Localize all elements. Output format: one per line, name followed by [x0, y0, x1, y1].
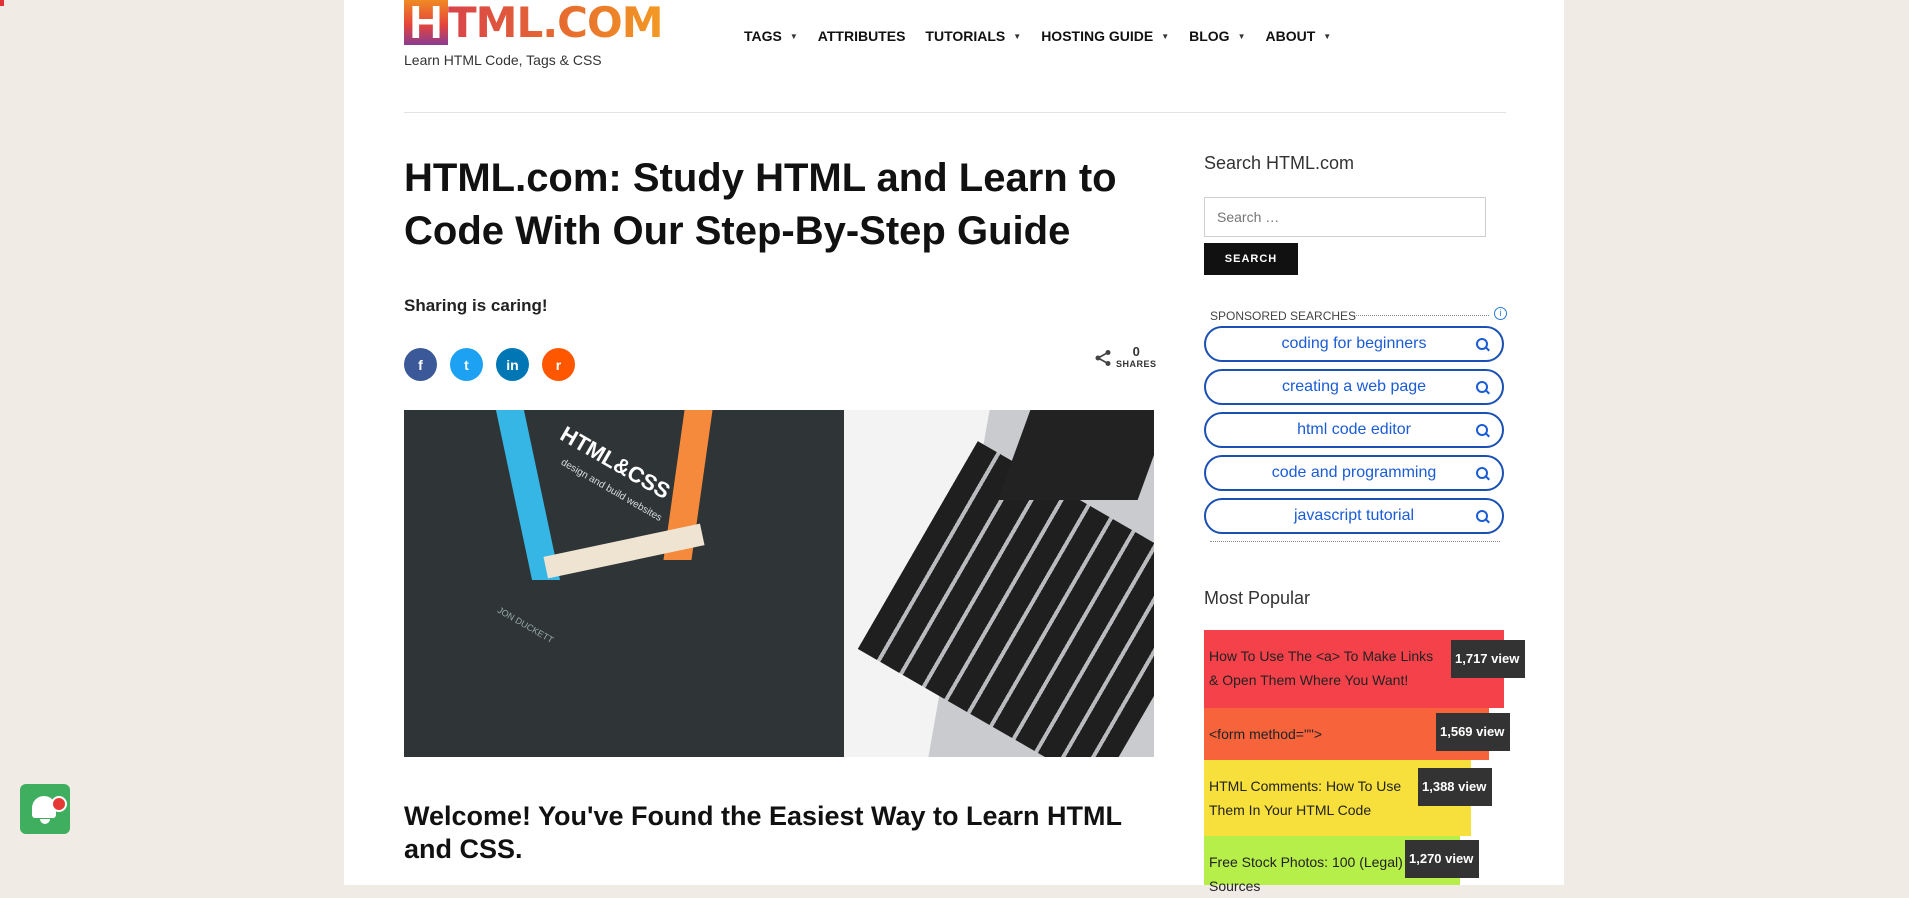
book-cover: HTML&CSS design and build websites JON D…: [404, 410, 844, 757]
nav-label: TAGS: [744, 28, 782, 44]
caret-down-icon: ▼: [1013, 31, 1022, 41]
linkedin-icon[interactable]: in: [496, 348, 529, 381]
nav-label: TUTORIALS: [925, 28, 1006, 44]
social-share-bar: f t in r: [404, 348, 575, 381]
info-icon[interactable]: i: [1494, 307, 1507, 320]
share-counter: 0 SHARES: [1094, 344, 1157, 370]
caret-down-icon: ▼: [1237, 31, 1246, 41]
reddit-icon[interactable]: r: [542, 348, 575, 381]
view-count-badge: 1,270 view: [1405, 840, 1479, 878]
search-heading: Search HTML.com: [1204, 153, 1355, 173]
search-button[interactable]: SEARCH: [1204, 243, 1298, 275]
sponsored-search-item[interactable]: creating a web page: [1204, 369, 1504, 405]
most-popular-heading: Most Popular: [1204, 588, 1311, 608]
sponsored-search-item[interactable]: coding for beginners: [1204, 326, 1504, 362]
view-count-badge: 1,388 view: [1418, 768, 1492, 806]
popular-post-title: How To Use The <a> To Make Links & Open …: [1209, 648, 1434, 688]
twitter-icon[interactable]: t: [450, 348, 483, 381]
popular-post-title: <form method="">: [1209, 726, 1323, 742]
caret-down-icon: ▼: [789, 31, 798, 41]
shares-label: SHARES: [1116, 359, 1157, 369]
nav-label: ABOUT: [1265, 28, 1316, 44]
site-logo[interactable]: H TML.COM: [404, 0, 663, 47]
search-icon: [1476, 424, 1488, 436]
sponsored-divider: [1354, 315, 1489, 316]
logo-wordmark: TML.COM: [448, 0, 663, 47]
sponsored-bottom-divider: [1210, 541, 1500, 542]
sponsored-search-label: creating a web page: [1281, 378, 1427, 395]
bell-clapper: [40, 819, 50, 824]
search-icon: [1476, 510, 1488, 522]
page-title: HTML.com: Study HTML and Learn to Code W…: [404, 156, 1117, 253]
sponsored-search-label: javascript tutorial: [1293, 507, 1415, 524]
nav-item-tags[interactable]: TAGS ▼: [744, 28, 798, 44]
nav-item-about[interactable]: ABOUT ▼: [1266, 28, 1332, 44]
site-tagline: Learn HTML Code, Tags & CSS: [404, 52, 602, 68]
logo-h-mark: H: [404, 0, 448, 45]
nav-item-tutorials[interactable]: TUTORIALS ▼: [925, 28, 1021, 44]
search-icon: [1476, 338, 1488, 350]
sponsored-label: SPONSORED SEARCHES: [1210, 309, 1357, 323]
share-icon: [1095, 350, 1111, 366]
sponsored-search-label: html code editor: [1297, 421, 1411, 438]
sponsored-search-label: code and programming: [1271, 464, 1437, 481]
sharing-text: Sharing is caring!: [404, 296, 548, 315]
shares-count: 0: [1132, 344, 1140, 359]
popular-post-title: Free Stock Photos: 100 (Legal) Sources: [1209, 854, 1403, 894]
popular-post-title: HTML Comments: How To Use Them In Your H…: [1209, 778, 1402, 818]
caret-down-icon: ▼: [1161, 31, 1170, 41]
welcome-heading: Welcome! You've Found the Easiest Way to…: [404, 801, 1122, 864]
sponsored-search-item[interactable]: code and programming: [1204, 455, 1504, 491]
main-nav: TAGS ▼ ATTRIBUTES TUTORIALS ▼ HOSTING GUID…: [744, 28, 1351, 44]
view-count-badge: 1,717 view: [1451, 640, 1525, 678]
nav-label: BLOG: [1189, 28, 1230, 44]
nav-item-blog[interactable]: BLOG ▼: [1189, 28, 1245, 44]
header-divider: [404, 112, 1506, 113]
nav-item-hosting-guide[interactable]: HOSTING GUIDE ▼: [1041, 28, 1169, 44]
page-container: H TML.COM Learn HTML Code, Tags & CSS TA…: [344, 0, 1564, 894]
search-icon: [1476, 467, 1488, 479]
search-icon: [1476, 381, 1488, 393]
corner-mark: [0, 0, 4, 6]
book-author: JON DUCKETT: [495, 604, 556, 646]
sponsored-search-item[interactable]: javascript tutorial: [1204, 498, 1504, 534]
caret-down-icon: ▼: [1323, 31, 1332, 41]
nav-item-attributes[interactable]: ATTRIBUTES: [818, 28, 906, 44]
hero-image: HTML&CSS design and build websites JON D…: [404, 410, 1154, 757]
view-count-badge: 1,569 view: [1436, 713, 1510, 751]
sponsored-search-item[interactable]: html code editor: [1204, 412, 1504, 448]
search-input[interactable]: [1204, 197, 1486, 237]
facebook-icon[interactable]: f: [404, 348, 437, 381]
notification-dot: [51, 796, 67, 812]
sponsored-search-label: coding for beginners: [1281, 335, 1427, 352]
nav-label: ATTRIBUTES: [817, 28, 906, 44]
nav-label: HOSTING GUIDE: [1041, 28, 1154, 44]
notification-bell-button[interactable]: [20, 784, 70, 834]
